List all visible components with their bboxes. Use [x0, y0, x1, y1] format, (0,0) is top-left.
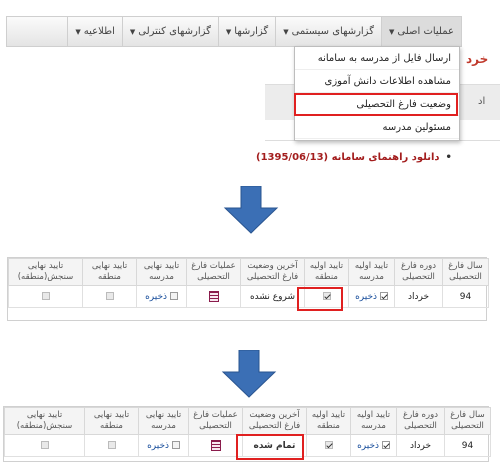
- header-grad-period: دوره فارغ التحصیلی: [396, 407, 445, 435]
- caret-down-icon: ▼: [75, 27, 81, 36]
- tutorial-stage: { "menubar": { "items": [ {"label": "عمل…: [0, 0, 500, 468]
- checkbox[interactable]: [381, 441, 390, 449]
- cell-status: شروع نشده: [240, 285, 305, 308]
- download-guide-link[interactable]: • دانلود راهنمای سامانه (1395/06/13): [256, 152, 452, 163]
- caret-down-icon: ▼: [283, 27, 289, 36]
- cell-school-final: ذخیره: [136, 285, 187, 308]
- header-last-status: آخرین وضعیت فارغ التحصیلی: [240, 258, 305, 286]
- cell-year: 94: [444, 434, 491, 457]
- header-grad-operations: عملیات فارغ التحصیلی: [188, 407, 243, 435]
- save-link[interactable]: ذخیره: [147, 441, 169, 451]
- highlight-box: [236, 434, 304, 460]
- checkbox[interactable]: [169, 292, 178, 300]
- header-region-final: تایید نهایی منطقه: [82, 258, 137, 286]
- cell-assessment-final: [4, 434, 85, 457]
- header-region-final: تایید نهایی منطقه: [84, 407, 139, 435]
- dropdown-item-view-students[interactable]: مشاهده اطلاعات دانش آموزی: [295, 70, 459, 93]
- highlight-box: [294, 93, 458, 116]
- caret-down-icon: ▼: [225, 27, 232, 36]
- cell-period: خرداد: [396, 434, 445, 457]
- header-assessment-final: تایید نهایی سنجش(منطقه): [8, 258, 83, 286]
- header-region-initial: تایید اولیه منطقه: [304, 258, 349, 286]
- save-link[interactable]: ذخیره: [357, 441, 379, 451]
- checkbox[interactable]: [379, 292, 388, 300]
- dropdown-item-school-officials[interactable]: مسئولین مدرسه: [295, 116, 459, 139]
- calculator-icon[interactable]: [210, 440, 221, 451]
- header-region-initial: تایید اولیه منطقه: [306, 407, 351, 435]
- content-panel-text: اد: [478, 96, 486, 107]
- cell-period: خرداد: [394, 285, 443, 308]
- page-title-partial: خرد: [466, 52, 489, 66]
- header-school-final: تایید نهایی مدرسه: [138, 407, 189, 435]
- menu-reports[interactable]: گزارشها ▼: [217, 17, 275, 46]
- table-row: 94 خرداد ذخیره شروع نشده ذخیره: [8, 285, 489, 308]
- menu-label: گزارشها: [234, 26, 269, 37]
- table-header-row: سال فارغ التحصیلی دوره فارغ التحصیلی تای…: [4, 407, 491, 435]
- save-link[interactable]: ذخیره: [145, 292, 167, 302]
- header-last-status: آخرین وضعیت فارغ التحصیلی: [242, 407, 307, 435]
- checkbox: [105, 292, 114, 300]
- header-grad-year: سال فارغ التحصیلی: [442, 258, 489, 286]
- cell-school-initial: ذخیره: [348, 285, 395, 308]
- cell-year: 94: [442, 285, 489, 308]
- menu-main-operations[interactable]: عملیات اصلی ▼: [380, 17, 461, 46]
- header-grad-period: دوره فارغ التحصیلی: [394, 258, 443, 286]
- highlight-box: [297, 287, 343, 311]
- cell-operations: [186, 285, 241, 308]
- checkbox: [324, 441, 333, 449]
- cell-assessment-final: [8, 285, 83, 308]
- header-grad-operations: عملیات فارغ التحصیلی: [186, 258, 241, 286]
- graduation-table-before: سال فارغ التحصیلی دوره فارغ التحصیلی تای…: [7, 257, 489, 321]
- table-header-row: سال فارغ التحصیلی دوره فارغ التحصیلی تای…: [8, 258, 489, 286]
- main-menubar: عملیات اصلی ▼ گزارشهای سیستمی ▼ گزارشها ▼ گ…: [6, 16, 462, 47]
- cell-school-initial: ذخیره: [350, 434, 397, 457]
- menubar-filler: [53, 17, 68, 46]
- checkbox: [40, 441, 49, 449]
- menu-announcements[interactable]: اطلاعیه ▼: [67, 17, 121, 46]
- cell-region-final: [82, 285, 137, 308]
- menu-label: عملیات اصلی: [397, 26, 454, 37]
- menu-label: اطلاعیه: [83, 26, 115, 37]
- header-grad-year: سال فارغ التحصیلی: [444, 407, 491, 435]
- cell-operations: [188, 434, 243, 457]
- cell-school-final: ذخیره: [138, 434, 189, 457]
- menu-system-reports[interactable]: گزارشهای سیستمی ▼: [275, 17, 381, 46]
- menu-label: گزارشهای کنترلی: [138, 26, 211, 37]
- save-link[interactable]: ذخیره: [355, 292, 377, 302]
- header-school-final: تایید نهایی مدرسه: [136, 258, 187, 286]
- download-guide-label: دانلود راهنمای سامانه (1395/06/13): [256, 152, 440, 163]
- header-assessment-final: تایید نهایی سنجش(منطقه): [4, 407, 85, 435]
- checkbox: [107, 441, 116, 449]
- arrow-down-icon: [221, 350, 277, 398]
- menu-label: گزارشهای سیستمی: [291, 26, 374, 37]
- calculator-icon[interactable]: [208, 291, 219, 302]
- checkbox: [41, 292, 50, 300]
- dropdown-item-send-file[interactable]: ارسال فایل از مدرسه به سامانه: [295, 47, 459, 70]
- bullet-icon: •: [445, 152, 452, 163]
- checkbox[interactable]: [171, 441, 180, 449]
- caret-down-icon: ▼: [388, 27, 395, 36]
- header-school-initial: تایید اولیه مدرسه: [348, 258, 395, 286]
- cell-region-final: [84, 434, 139, 457]
- cell-region-initial: [306, 434, 351, 457]
- menu-control-reports[interactable]: گزارشهای کنترلی ▼: [121, 17, 218, 46]
- header-school-initial: تایید اولیه مدرسه: [350, 407, 397, 435]
- caret-down-icon: ▼: [129, 27, 136, 36]
- arrow-down-icon: [223, 186, 279, 234]
